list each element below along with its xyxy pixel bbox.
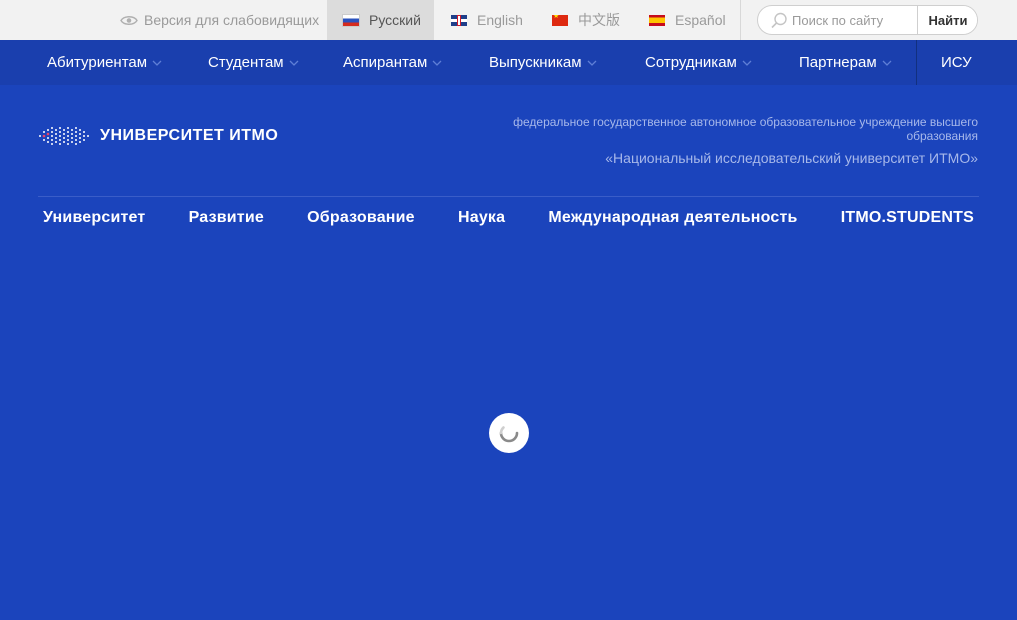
search-icon [771,12,787,29]
federal-status-text: федеральное государственное автономное о… [513,115,978,143]
main-nav-science[interactable]: Наука [458,209,505,227]
lang-chinese[interactable]: 中文版 [552,0,620,40]
lang-label: 中文版 [578,12,620,28]
audience-nav-isu[interactable]: ИСУ [941,40,972,85]
audience-nav-students[interactable]: Студентам [208,40,299,85]
lang-label: Español [675,12,726,28]
loading-spinner [489,413,529,453]
audience-nav-label: Сотрудникам [645,54,737,71]
lang-spanish[interactable]: Español [649,0,726,40]
audience-nav-label: Студентам [208,54,284,71]
audience-nav-label: ИСУ [941,54,972,71]
spinner-icon [499,426,519,443]
chevron-down-icon [152,60,162,66]
audience-nav: Абитуриентам Студентам Аспирантам Выпуск… [0,40,1017,85]
main-nav-international[interactable]: Международная деятельность [548,209,797,227]
accessibility-label: Версия для слабовидящих [144,12,320,28]
audience-nav-postgraduates[interactable]: Аспирантам [343,40,442,85]
lang-russian[interactable]: Русский [327,0,434,40]
top-bar: Версия для слабовидящих Русский English … [0,0,1017,40]
audience-nav-alumni[interactable]: Выпускникам [489,40,597,85]
audience-nav-partners[interactable]: Партнерам [799,40,892,85]
university-logo[interactable]: УНИВЕРСИТЕТ ИТМО [38,124,278,148]
chevron-down-icon [882,60,892,66]
audience-nav-label: Выпускникам [489,54,582,71]
logo-text: УНИВЕРСИТЕТ ИТМО [100,127,279,144]
search-form: Найти [757,5,978,35]
audience-nav-applicants[interactable]: Абитуриентам [47,40,162,85]
itmo-logo-dots-icon [39,127,89,145]
audience-nav-divider [916,40,917,85]
audience-nav-staff[interactable]: Сотрудникам [645,40,752,85]
eye-icon [120,15,138,25]
main-nav: Университет Развитие Образование Наука М… [38,205,979,231]
university-full-name: «Национальный исследовательский универси… [605,150,978,166]
audience-nav-label: Абитуриентам [47,54,148,71]
search-button[interactable]: Найти [917,6,977,34]
main-nav-development[interactable]: Развитие [189,209,264,227]
chevron-down-icon [742,60,752,66]
main-nav-itmo-students[interactable]: ITMO.STUDENTS [841,209,974,227]
search-input[interactable] [792,6,916,34]
header-divider [38,196,979,197]
chevron-down-icon [289,60,299,66]
topbar-divider [740,0,741,40]
ru-flag-icon [342,13,360,27]
accessibility-link[interactable]: Версия для слабовидящих [120,0,319,40]
gb-flag-icon [451,14,467,26]
main-nav-education[interactable]: Образование [307,209,415,227]
audience-nav-label: Партнерам [799,54,877,71]
lang-english[interactable]: English [451,0,523,40]
chevron-down-icon [432,60,442,66]
audience-nav-label: Аспирантам [343,54,428,71]
es-flag-icon [649,14,665,26]
cn-flag-icon [552,14,568,26]
main-nav-university[interactable]: Университет [43,209,145,227]
lang-label: Русский [369,12,421,28]
lang-label: English [477,12,523,28]
chevron-down-icon [587,60,596,66]
